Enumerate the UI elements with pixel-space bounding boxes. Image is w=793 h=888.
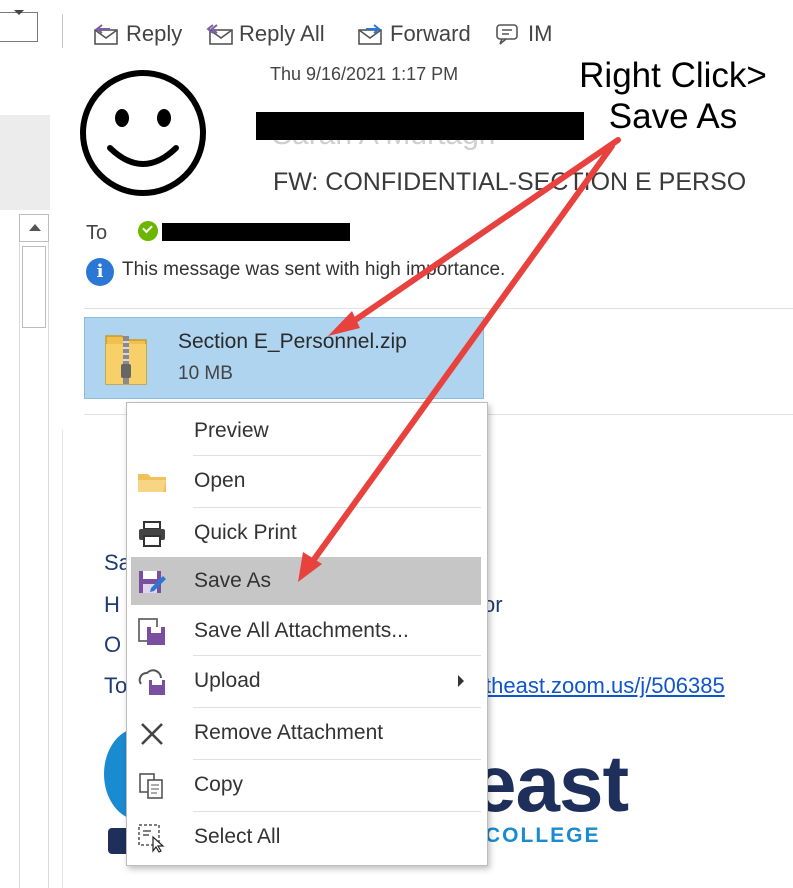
im-button[interactable]: IM — [494, 18, 552, 50]
im-label: IM — [528, 21, 553, 46]
save-all-icon — [137, 617, 167, 647]
reply-icon — [94, 24, 118, 45]
copy-icon — [137, 771, 167, 801]
menu-item-preview[interactable]: Preview — [127, 407, 485, 455]
sender-avatar — [80, 70, 206, 196]
attachment-name: Section E_Personnel.zip — [178, 330, 407, 353]
menu-item-label: Upload — [194, 669, 261, 692]
reply-button[interactable]: Reply — [92, 18, 182, 50]
attachment-size: 10 MB — [178, 363, 233, 384]
printer-icon — [137, 519, 167, 549]
menu-item-open[interactable]: Open — [127, 457, 485, 505]
menu-item-select-all[interactable]: Select All — [127, 813, 485, 861]
attachment-context-menu: Preview Open Quick Print Save As Save Al… — [126, 402, 488, 866]
select-all-icon — [137, 823, 167, 853]
menu-item-label: Open — [194, 469, 246, 492]
menu-item-label: Select All — [194, 825, 281, 848]
menu-item-upload[interactable]: Upload — [127, 657, 485, 705]
folder-dropdown[interactable] — [0, 12, 38, 42]
scroll-thumb[interactable] — [22, 246, 46, 328]
college-logo-subtext: COLLEGE — [485, 824, 601, 847]
divider — [84, 308, 793, 309]
subject-line: FW: CONFIDENTIAL-SECTION E PERSO — [273, 168, 747, 196]
zip-folder-icon — [105, 335, 147, 385]
toolbar-divider — [62, 14, 63, 48]
importance-notice: This message was sent with high importan… — [122, 259, 506, 280]
sent-date: Thu 9/16/2021 1:17 PM — [270, 64, 459, 84]
reply-all-label: Reply All — [239, 21, 325, 46]
body-line: To — [104, 673, 128, 698]
forward-label: Forward — [390, 21, 471, 46]
college-logo-text: east — [472, 739, 629, 828]
menu-item-save-all-attachments[interactable]: Save All Attachments... — [127, 607, 485, 655]
im-icon — [496, 24, 518, 45]
reply-all-icon — [206, 24, 233, 45]
body-edge — [62, 430, 63, 888]
menu-item-label: Copy — [194, 773, 244, 796]
menu-item-remove-attachment[interactable]: Remove Attachment — [127, 709, 485, 757]
reply-label: Reply — [126, 21, 183, 46]
annotation-line: Save As — [608, 97, 738, 136]
save-as-icon — [137, 567, 167, 597]
forward-button[interactable]: Forward — [356, 18, 471, 50]
body-line: H — [104, 592, 120, 617]
recipient-redaction — [162, 223, 350, 241]
menu-item-label: Preview — [194, 419, 269, 442]
list-selection-band — [0, 115, 50, 210]
preview-icon — [137, 417, 167, 447]
chevron-down-icon — [14, 10, 24, 15]
redaction-bar — [256, 112, 584, 140]
annotation-callout: Right Click> Save As — [568, 55, 778, 137]
presence-available-icon — [138, 221, 158, 241]
menu-item-save-as[interactable]: Save As — [131, 557, 481, 605]
menu-item-label: Quick Print — [194, 521, 297, 544]
menu-item-copy[interactable]: Copy — [127, 761, 485, 809]
submenu-arrow-icon — [458, 675, 464, 687]
body-line: O — [104, 632, 122, 657]
menu-item-quick-print[interactable]: Quick Print — [127, 509, 485, 557]
annotation-line: Right Click> — [579, 56, 767, 95]
upload-icon — [137, 667, 167, 697]
scroll-up-button[interactable] — [19, 214, 49, 242]
remove-icon — [137, 719, 167, 749]
menu-item-label: Save As — [194, 569, 272, 592]
to-label: To — [86, 222, 108, 244]
reply-all-button[interactable]: Reply All — [205, 18, 325, 50]
folder-icon — [137, 467, 167, 497]
menu-item-label: Save All Attachments... — [194, 619, 409, 642]
menu-item-label: Remove Attachment — [194, 721, 384, 744]
zoom-link[interactable]: theast.zoom.us/j/506385 — [485, 673, 725, 699]
info-icon: i — [86, 258, 114, 286]
forward-icon — [358, 24, 382, 45]
